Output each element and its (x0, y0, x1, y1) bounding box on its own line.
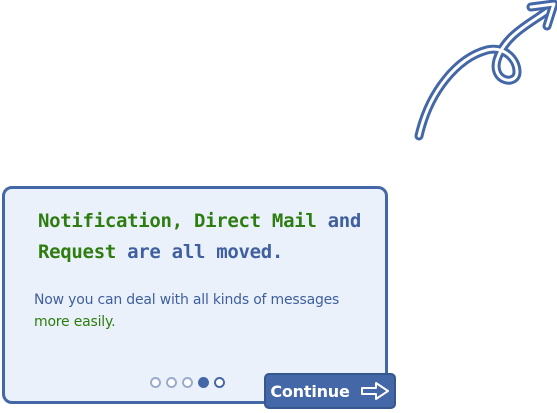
body-line-1: Now you can deal with all kinds of messa… (34, 292, 340, 308)
info-card: Notification, Direct Mail and Request ar… (2, 186, 388, 404)
card-headline: Notification, Direct Mail and Request ar… (38, 206, 368, 268)
page-dot-1[interactable] (150, 377, 161, 388)
headline-direct-mail: Direct Mail (193, 210, 317, 232)
page-dot-4-active[interactable] (198, 377, 209, 388)
body-line-2: more easily. (34, 314, 116, 330)
page-dot-5[interactable] (214, 377, 225, 388)
card-body-text: Now you can deal with all kinds of messa… (34, 289, 379, 333)
headline-notification: Notification, (38, 210, 183, 232)
continue-label: Continue (270, 381, 350, 401)
headline-rest: are all moved. (127, 241, 284, 263)
page-indicator (150, 377, 225, 389)
headline-request: Request (38, 241, 116, 263)
headline-and: and (327, 210, 362, 232)
arrow-right-icon (360, 382, 390, 400)
curved-arrow-icon (405, 0, 557, 145)
page-dot-3[interactable] (182, 377, 193, 388)
continue-button[interactable]: Continue (264, 373, 396, 409)
page-dot-2[interactable] (166, 377, 177, 388)
